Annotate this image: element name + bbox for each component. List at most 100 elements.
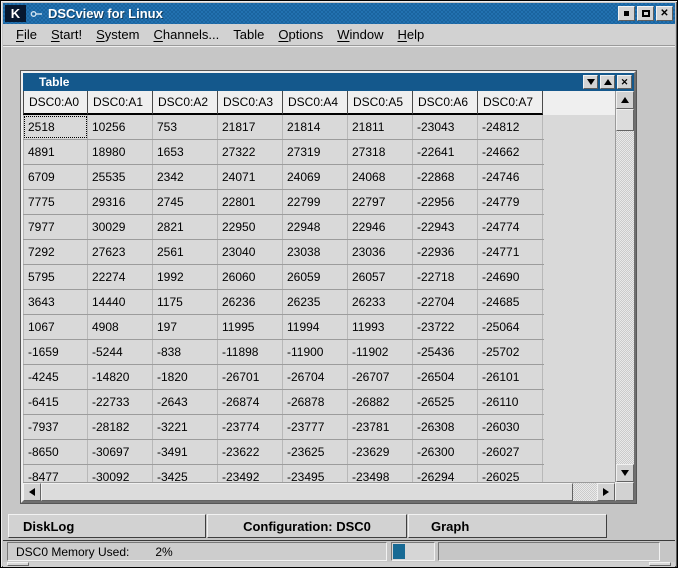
table-cell[interactable]: 7775	[23, 190, 88, 214]
table-cell[interactable]: -22704	[413, 290, 478, 314]
table-cell[interactable]: 29316	[88, 190, 153, 214]
table-cell[interactable]: 24068	[348, 165, 413, 189]
table-cell[interactable]: 23040	[218, 240, 283, 264]
menu-system[interactable]: System	[89, 26, 146, 43]
column-header[interactable]: DSC0:A5	[348, 91, 413, 115]
scroll-up-button[interactable]	[616, 91, 634, 109]
column-header[interactable]: DSC0:A7	[478, 91, 543, 115]
table-cell[interactable]: 7292	[23, 240, 88, 264]
table-cell[interactable]: 753	[153, 115, 218, 139]
kde-system-menu-button[interactable]: K	[5, 5, 26, 22]
table-cell[interactable]: 21811	[348, 115, 413, 139]
table-cell[interactable]: -22936	[413, 240, 478, 264]
table-cell[interactable]: 2561	[153, 240, 218, 264]
table-cell[interactable]: -2643	[153, 390, 218, 414]
column-header[interactable]: DSC0:A2	[153, 91, 218, 115]
table-cell[interactable]: -23781	[348, 415, 413, 439]
table-cell[interactable]: -24812	[478, 115, 543, 139]
table-cell[interactable]: -26882	[348, 390, 413, 414]
table-cell[interactable]: -3221	[153, 415, 218, 439]
close-button[interactable]: ✕	[656, 6, 673, 21]
table-cell[interactable]: -26878	[283, 390, 348, 414]
table-cell[interactable]: 2745	[153, 190, 218, 214]
table-cell[interactable]: 14440	[88, 290, 153, 314]
table-cell[interactable]: 22946	[348, 215, 413, 239]
table-cell[interactable]: -11900	[283, 340, 348, 364]
scroll-down-button[interactable]	[616, 464, 634, 482]
table-cell[interactable]: 4891	[23, 140, 88, 164]
table-window-close-button[interactable]: ✕	[617, 75, 632, 89]
table-cell[interactable]: -26308	[413, 415, 478, 439]
menu-window[interactable]: Window	[330, 26, 390, 43]
table-cell[interactable]: -6415	[23, 390, 88, 414]
table-cell[interactable]: -22943	[413, 215, 478, 239]
table-cell[interactable]: -23043	[413, 115, 478, 139]
table-cell[interactable]: 21814	[283, 115, 348, 139]
table-cell[interactable]: -3425	[153, 465, 218, 482]
table-cell[interactable]: 22948	[283, 215, 348, 239]
table-cell[interactable]: 26233	[348, 290, 413, 314]
table-cell[interactable]: -22868	[413, 165, 478, 189]
shade-up-button[interactable]	[600, 75, 615, 89]
table-cell[interactable]: -26027	[478, 440, 543, 464]
column-header[interactable]: DSC0:A3	[218, 91, 283, 115]
table-cell[interactable]: 22274	[88, 265, 153, 289]
table-cell[interactable]: 21817	[218, 115, 283, 139]
menu-start[interactable]: Start!	[44, 26, 89, 43]
table-cell[interactable]: 197	[153, 315, 218, 339]
tab-disklog[interactable]: DiskLog	[8, 514, 206, 538]
table-cell[interactable]: -8650	[23, 440, 88, 464]
table-cell[interactable]: 7977	[23, 215, 88, 239]
tab-configuration[interactable]: Configuration: DSC0	[207, 514, 407, 538]
table-cell[interactable]: 18980	[88, 140, 153, 164]
table-cell[interactable]: 25535	[88, 165, 153, 189]
table-cell[interactable]: -23774	[218, 415, 283, 439]
table-cell[interactable]: 2518	[23, 115, 88, 139]
menu-table[interactable]: Table	[226, 26, 271, 43]
titlebar[interactable]: K DSCview for Linux ✕	[3, 3, 675, 24]
table-cell[interactable]: -26525	[413, 390, 478, 414]
table-cell[interactable]: -1659	[23, 340, 88, 364]
table-cell[interactable]: 23036	[348, 240, 413, 264]
table-cell[interactable]: 26236	[218, 290, 283, 314]
table-cell[interactable]: 23038	[283, 240, 348, 264]
table-cell[interactable]: 26059	[283, 265, 348, 289]
menu-file[interactable]: File	[9, 26, 44, 43]
table-cell[interactable]: 1175	[153, 290, 218, 314]
table-cell[interactable]: -30092	[88, 465, 153, 482]
table-cell[interactable]: -24685	[478, 290, 543, 314]
table-cell[interactable]: -23622	[218, 440, 283, 464]
table-cell[interactable]: -8477	[23, 465, 88, 482]
table-cell[interactable]: -26707	[348, 365, 413, 389]
table-cell[interactable]: -22733	[88, 390, 153, 414]
table-cell[interactable]: -1820	[153, 365, 218, 389]
table-cell[interactable]: 27319	[283, 140, 348, 164]
table-cell[interactable]: 2342	[153, 165, 218, 189]
table-cell[interactable]: 27322	[218, 140, 283, 164]
table-cell[interactable]: -23492	[218, 465, 283, 482]
table-cell[interactable]: 22797	[348, 190, 413, 214]
table-cell[interactable]: 26060	[218, 265, 283, 289]
horizontal-scrollbar-thumb[interactable]	[41, 483, 573, 501]
table-cell[interactable]: -838	[153, 340, 218, 364]
menu-options[interactable]: Options	[271, 26, 330, 43]
table-cell[interactable]: 27623	[88, 240, 153, 264]
scroll-left-button[interactable]	[23, 483, 41, 501]
table-cell[interactable]: -22641	[413, 140, 478, 164]
table-cell[interactable]: -26300	[413, 440, 478, 464]
column-header[interactable]: DSC0:A4	[283, 91, 348, 115]
table-cell[interactable]: -24779	[478, 190, 543, 214]
table-cell[interactable]: 10256	[88, 115, 153, 139]
table-cell[interactable]: 22801	[218, 190, 283, 214]
table-cell[interactable]: -30697	[88, 440, 153, 464]
table-cell[interactable]: -23777	[283, 415, 348, 439]
resize-grip-right[interactable]	[649, 562, 671, 566]
table-cell[interactable]: -23629	[348, 440, 413, 464]
column-header[interactable]: DSC0:A0	[23, 91, 88, 115]
table-cell[interactable]: -11902	[348, 340, 413, 364]
table-cell[interactable]: 27318	[348, 140, 413, 164]
minimize-button[interactable]	[618, 6, 635, 21]
table-cell[interactable]: -22956	[413, 190, 478, 214]
table-cell[interactable]: -23498	[348, 465, 413, 482]
table-cell[interactable]: -11898	[218, 340, 283, 364]
